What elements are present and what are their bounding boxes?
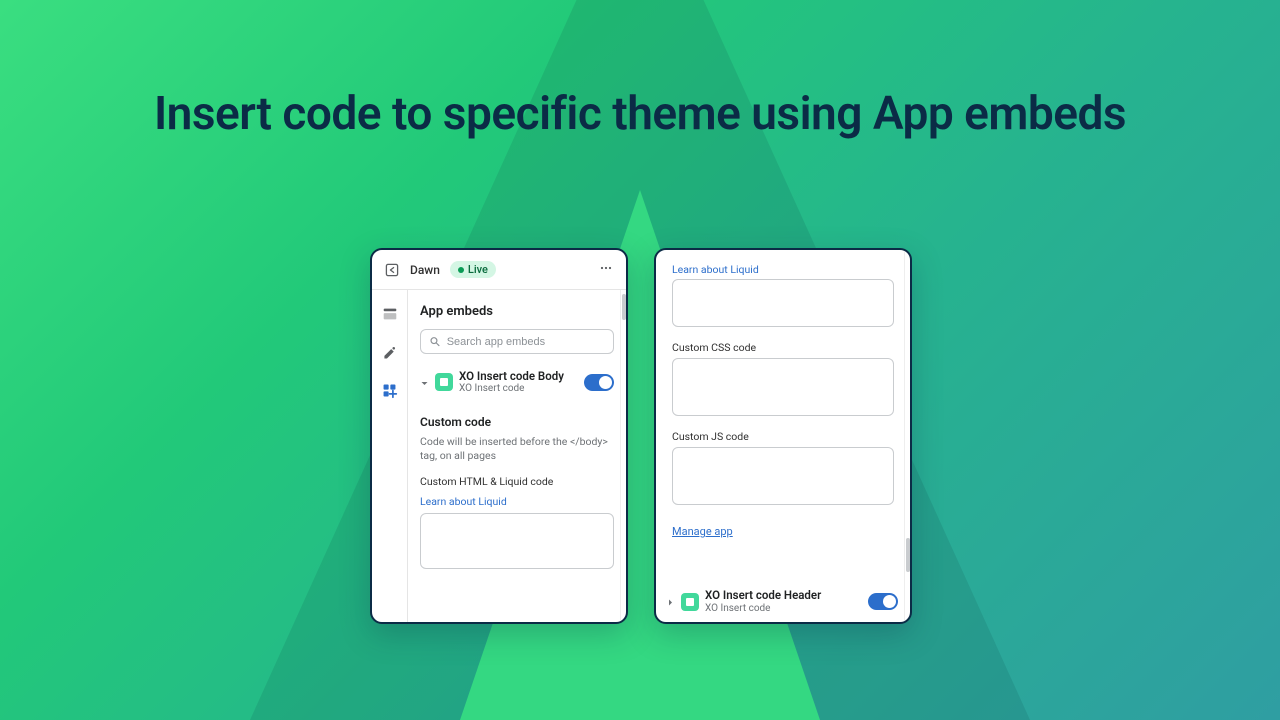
scrollbar[interactable] xyxy=(904,250,910,622)
embed-title: XO Insert code Body xyxy=(459,370,564,383)
embed-title: XO Insert code Header xyxy=(705,589,821,602)
custom-code-description: Code will be inserted before the </body>… xyxy=(420,435,614,463)
editor-left-rail xyxy=(372,290,408,623)
manage-app-link[interactable]: Manage app xyxy=(672,525,733,538)
embed-row-body[interactable]: XO Insert code Body XO Insert code xyxy=(420,368,614,405)
learn-liquid-link[interactable]: Learn about Liquid xyxy=(420,495,507,508)
toggle-switch[interactable] xyxy=(584,374,614,391)
more-icon[interactable] xyxy=(598,260,614,279)
search-icon xyxy=(429,335,441,348)
embed-row-header[interactable]: XO Insert code Header XO Insert code xyxy=(666,589,898,614)
app-embeds-title: App embeds xyxy=(420,304,614,319)
css-textarea[interactable] xyxy=(672,358,894,416)
html-liquid-textarea[interactable] xyxy=(672,279,894,327)
chevron-right-icon[interactable] xyxy=(666,592,675,611)
app-embeds-icon[interactable] xyxy=(380,380,400,400)
page-headline: Insert code to specific theme using App … xyxy=(0,90,1280,140)
theme-name: Dawn xyxy=(410,263,440,277)
custom-code-heading: Custom code xyxy=(420,415,614,429)
left-screenshot: Dawn Live App embeds xyxy=(370,248,628,624)
theme-settings-icon[interactable] xyxy=(380,342,400,362)
live-badge: Live xyxy=(450,261,496,278)
editor-topbar: Dawn Live xyxy=(372,250,626,290)
html-liquid-textarea[interactable] xyxy=(420,513,614,569)
search-input-wrap[interactable] xyxy=(420,329,614,354)
js-label: Custom JS code xyxy=(672,430,894,443)
right-screenshot: Learn about Liquid Custom CSS code Custo… xyxy=(654,248,912,624)
embed-subtitle: XO Insert code xyxy=(705,603,821,615)
css-label: Custom CSS code xyxy=(672,341,894,354)
embed-subtitle: XO Insert code xyxy=(459,383,564,395)
search-input[interactable] xyxy=(447,336,605,348)
toggle-switch[interactable] xyxy=(868,593,898,610)
app-logo-icon xyxy=(681,593,699,611)
learn-liquid-link[interactable]: Learn about Liquid xyxy=(672,263,759,276)
sections-icon[interactable] xyxy=(380,304,400,324)
chevron-down-icon[interactable] xyxy=(420,373,429,392)
js-textarea[interactable] xyxy=(672,447,894,505)
scrollbar[interactable] xyxy=(620,290,626,623)
exit-icon[interactable] xyxy=(384,262,400,278)
app-logo-icon xyxy=(435,373,453,391)
html-liquid-label: Custom HTML & Liquid code xyxy=(420,475,614,488)
